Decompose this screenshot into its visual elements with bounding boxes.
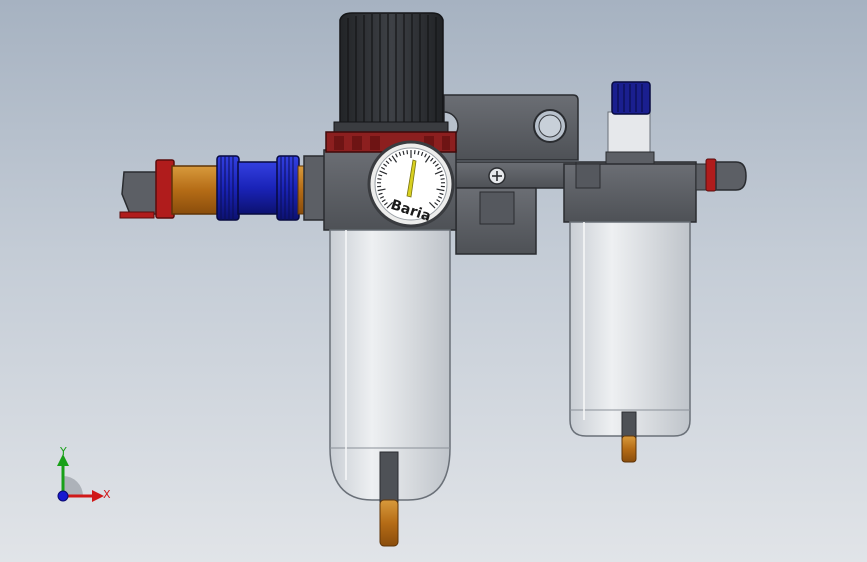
inlet-elbow-fitting[interactable]	[119, 159, 221, 219]
regulator-knob[interactable]	[333, 12, 449, 135]
left-drain-valve[interactable]	[379, 451, 399, 547]
gauge-tick	[440, 178, 445, 180]
model-scene[interactable]: Baria Y X	[0, 0, 867, 562]
coordinate-triad: Y X	[57, 445, 111, 502]
right-cap[interactable]	[605, 81, 655, 165]
right-bowl[interactable]	[569, 221, 691, 437]
blue-coupling-nut[interactable]	[216, 155, 307, 221]
right-body[interactable]	[563, 163, 697, 223]
right-drain-valve[interactable]	[621, 411, 637, 463]
x-axis-label: X	[103, 488, 111, 501]
gauge-tick	[377, 178, 382, 180]
outlet-fitting[interactable]	[695, 158, 747, 192]
mounting-bracket[interactable]	[443, 94, 579, 161]
screw-icon	[488, 167, 506, 185]
cad-viewport[interactable]: Baria Y X	[0, 0, 867, 562]
y-axis-label: Y	[59, 445, 67, 458]
